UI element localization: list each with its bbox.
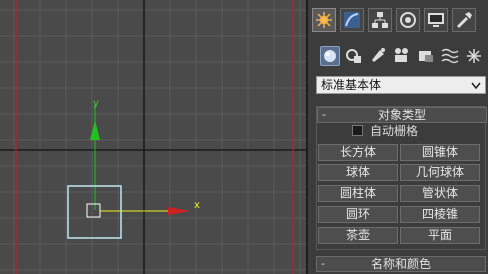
- hierarchy-icon: [372, 12, 388, 28]
- gizmo-x-label: x: [194, 200, 200, 211]
- tab-motion[interactable]: [396, 8, 420, 32]
- tab-hierarchy[interactable]: [368, 8, 392, 32]
- modify-icon: [344, 12, 360, 28]
- spacewarp-icon: [441, 48, 459, 64]
- btn-tube[interactable]: 管状体: [400, 185, 480, 202]
- dropdown-value: 标准基本体: [321, 78, 382, 92]
- btn-cone[interactable]: 圆锥体: [400, 144, 480, 161]
- tab-modify[interactable]: [340, 8, 364, 32]
- command-panel-tabs: [308, 4, 488, 36]
- tab-utilities[interactable]: [452, 8, 476, 32]
- camera-icon: [395, 48, 408, 62]
- btn-box[interactable]: 长方体: [318, 144, 398, 161]
- autogrid-checkbox[interactable]: [352, 125, 363, 136]
- sphere-icon: [324, 50, 336, 62]
- object-type-header[interactable]: - 对象类型: [317, 107, 487, 123]
- btn-teapot[interactable]: 茶壶: [318, 227, 398, 244]
- autogrid-label: 自动栅格: [370, 124, 419, 138]
- tab-create[interactable]: [312, 8, 336, 32]
- helper-icon: [419, 51, 433, 62]
- display-icon: [428, 13, 444, 27]
- name-color-header[interactable]: - 名称和颜色: [316, 256, 486, 272]
- btn-sphere[interactable]: 球体: [318, 164, 398, 181]
- light-icon: [372, 48, 385, 62]
- tab-display[interactable]: [424, 8, 448, 32]
- btn-plane[interactable]: 平面: [400, 227, 480, 244]
- gizmo-x-arrow: [168, 207, 190, 215]
- rollout-title: 名称和颜色: [370, 257, 431, 271]
- btn-torus[interactable]: 圆环: [318, 206, 398, 223]
- viewport-grid: y x: [0, 0, 306, 274]
- category-row: [308, 42, 488, 70]
- gizmo-y-label: y: [93, 98, 99, 109]
- category-cameras[interactable]: [392, 46, 412, 66]
- shapes-icon: [346, 49, 361, 63]
- rollout-title: 对象类型: [377, 108, 426, 122]
- create-icon: [316, 12, 332, 28]
- category-systems[interactable]: [464, 46, 484, 66]
- motion-icon: [400, 12, 416, 28]
- utilities-icon: [456, 12, 472, 29]
- category-space-warps[interactable]: [440, 46, 460, 66]
- primitive-type-dropdown[interactable]: 标准基本体: [316, 76, 486, 94]
- gizmo-center: [86, 203, 101, 218]
- category-shapes[interactable]: [344, 46, 364, 66]
- btn-pyramid[interactable]: 四棱锥: [400, 206, 480, 223]
- btn-cylinder[interactable]: 圆柱体: [318, 185, 398, 202]
- command-panel: 标准基本体 - 对象类型 自动栅格 长方体 圆锥体 球体 几何球体 圆柱体 管状…: [308, 0, 488, 274]
- viewport[interactable]: y x: [0, 0, 306, 274]
- systems-icon: [467, 49, 481, 63]
- category-geometry[interactable]: [320, 46, 340, 66]
- btn-geosphere[interactable]: 几何球体: [400, 164, 480, 181]
- chevron-down-icon: [471, 82, 481, 90]
- category-helpers[interactable]: [416, 46, 436, 66]
- category-lights[interactable]: [368, 46, 388, 66]
